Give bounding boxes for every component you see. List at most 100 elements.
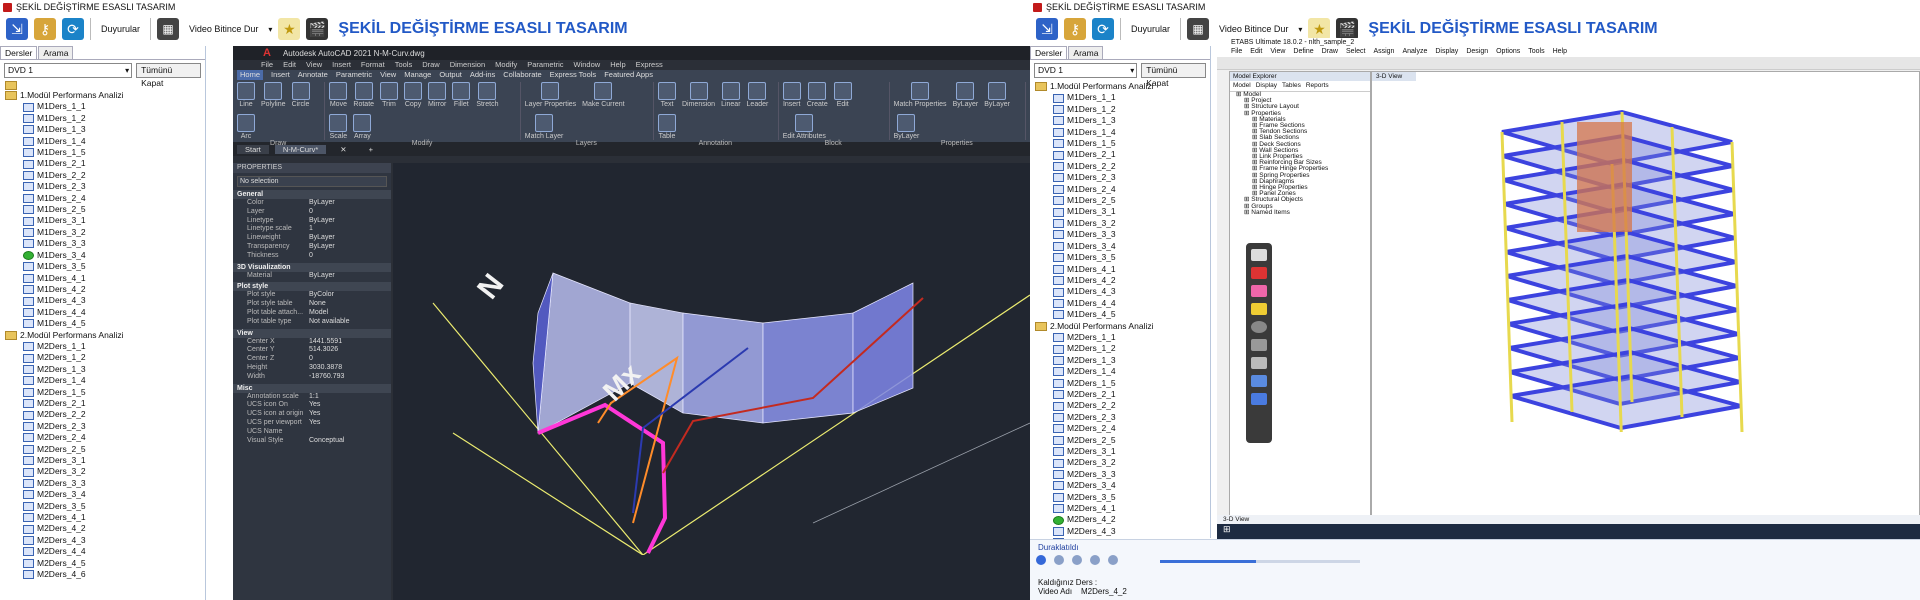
tree-item-lesson[interactable]: M2Ders_3_4 (1035, 480, 1210, 491)
property-row[interactable]: UCS Name (233, 428, 391, 437)
tree-item-lesson[interactable]: M1Ders_2_3 (5, 181, 205, 192)
ribbon-tool-button[interactable]: Dimension (682, 82, 715, 108)
tree-item-lesson[interactable]: M2Ders_3_2 (5, 466, 205, 477)
tree-item-lesson[interactable]: M1Ders_4_2 (5, 284, 205, 295)
ribbon-tool-button[interactable]: Array (353, 114, 372, 140)
star-note-icon[interactable]: ★ (1308, 18, 1331, 40)
collapse-all-button[interactable]: Tümünü Kapat (1141, 63, 1206, 88)
menu-item[interactable]: Edit (1250, 48, 1262, 57)
tree-item-lesson[interactable]: M2Ders_1_4 (1035, 366, 1210, 377)
property-row[interactable]: Plot table attach... Model (233, 309, 391, 318)
property-row[interactable]: Center Y 514.3026 (233, 346, 391, 355)
tree-item-lesson[interactable]: M2Ders_2_3 (1035, 412, 1210, 423)
explorer-tab[interactable]: Model (1233, 82, 1251, 90)
ribbon-tool-button[interactable]: Copy (404, 82, 423, 108)
tree-item-lesson[interactable]: M1Ders_1_3 (1035, 115, 1210, 126)
tree-item-lesson[interactable]: M1Ders_4_4 (5, 307, 205, 318)
property-row[interactable]: Center Z 0 (233, 355, 391, 364)
explorer-tab[interactable]: Display (1256, 82, 1277, 90)
selection-select[interactable]: No selection (237, 176, 387, 187)
property-row[interactable]: Plot style ByColor (233, 291, 391, 300)
property-row[interactable]: Center X 1441.5591 (233, 338, 391, 347)
tree-item-lesson[interactable]: M2Ders_3_3 (5, 478, 205, 489)
tree-item-lesson[interactable]: M1Ders_3_3 (5, 238, 205, 249)
tree-item-lesson[interactable]: M2Ders_1_5 (1035, 378, 1210, 389)
ribbon-tab[interactable]: Annotate (298, 70, 328, 80)
menu-item[interactable]: File (1231, 48, 1242, 57)
tree-item-lesson[interactable]: M2Ders_3_2 (1035, 457, 1210, 468)
exit-door-icon[interactable]: ⇲ (6, 18, 28, 40)
ribbon-tool-button[interactable]: Match Layer (525, 114, 563, 140)
ribbon-tool-button[interactable]: Rotate (353, 82, 374, 108)
previous-icon[interactable] (1072, 555, 1082, 565)
drawing-canvas[interactable]: N Mx (393, 163, 1030, 600)
ribbon-tool-button[interactable]: Make Current (582, 82, 625, 108)
refresh-icon[interactable]: ⟳ (1092, 18, 1114, 40)
tree-item-lesson[interactable]: M1Ders_3_2 (5, 227, 205, 238)
ribbon-tool-button[interactable]: Move (329, 82, 348, 108)
clapperboard-icon[interactable]: 🎬 (306, 18, 329, 40)
property-row[interactable]: Lineweight ByLayer (233, 234, 391, 243)
windows-start-icon[interactable]: ⊞ (1223, 524, 1231, 534)
ribbon-tool-button[interactable]: Insert (782, 82, 801, 108)
dvd-select[interactable]: DVD 1 (4, 63, 133, 78)
menu-item[interactable]: Tools (1528, 48, 1544, 57)
tree-item-lesson[interactable]: M1Ders_1_4 (5, 136, 205, 147)
3d-view[interactable]: 3-D View (1371, 71, 1920, 520)
tree-item-lesson[interactable]: M2Ders_4_1 (1035, 503, 1210, 514)
tree-item-lesson[interactable]: M1Ders_1_5 (1035, 138, 1210, 149)
key-icon[interactable]: ⚷ (1064, 18, 1086, 40)
menu-item[interactable]: Window (574, 60, 601, 70)
tree-item-lesson[interactable]: M2Ders_1_3 (5, 364, 205, 375)
play-icon[interactable] (1036, 555, 1046, 565)
tree-folder[interactable]: 1.Modül Performans Analizi (1035, 81, 1210, 92)
tree-item-lesson[interactable]: M1Ders_3_5 (5, 261, 205, 272)
tree-item-lesson[interactable]: M1Ders_3_2 (1035, 218, 1210, 229)
close-icon[interactable]: ✕ (332, 145, 354, 154)
tree-item-lesson[interactable]: M2Ders_3_5 (1035, 492, 1210, 503)
announcements-button[interactable]: Duyurular (97, 22, 144, 36)
ribbon-tool-button[interactable]: Edit (833, 82, 852, 108)
property-row[interactable]: Height 3030.3878 (233, 364, 391, 373)
tab-dersler[interactable]: Dersler (0, 46, 38, 59)
tree-item-lesson[interactable]: M2Ders_4_5 (5, 558, 205, 569)
tree-item-lesson[interactable]: M1Ders_1_1 (5, 101, 205, 112)
tree-item-lesson[interactable]: M1Ders_2_2 (5, 170, 205, 181)
tree-item-lesson[interactable]: M1Ders_2_5 (5, 204, 205, 215)
menu-item[interactable]: Tools (395, 60, 413, 70)
pen-icon[interactable] (1251, 249, 1267, 261)
menu-item[interactable]: Format (361, 60, 385, 70)
video-progress-bar[interactable] (1160, 560, 1360, 563)
tree-item-lesson[interactable]: M1Ders_2_4 (1035, 184, 1210, 195)
exit-door-icon[interactable]: ⇲ (1036, 18, 1058, 40)
tree-item-lesson[interactable]: M1Ders_1_2 (1035, 104, 1210, 115)
tree-item-lesson[interactable]: M2Ders_1_2 (1035, 343, 1210, 354)
tree-item-lesson[interactable]: M1Ders_4_5 (5, 318, 205, 329)
next-icon[interactable] (1090, 555, 1100, 565)
menu-item[interactable]: File (261, 60, 273, 70)
ribbon-tool-button[interactable]: Stretch (476, 82, 499, 108)
ribbon-tool-button[interactable]: ByLayer (894, 114, 919, 140)
tree-item-lesson[interactable]: M2Ders_4_1 (5, 512, 205, 523)
menu-item[interactable]: Express (636, 60, 663, 70)
property-row[interactable]: Visual Style Conceptual (233, 437, 391, 446)
menu-item[interactable]: Help (610, 60, 625, 70)
video-end-select[interactable]: Video Bitince Dur (185, 22, 262, 36)
ribbon-tab[interactable]: View (380, 70, 396, 80)
tree-item-lesson[interactable]: M1Ders_1_4 (1035, 127, 1210, 138)
add-tab-icon[interactable]: + (361, 145, 381, 154)
stop-icon[interactable] (1054, 555, 1064, 565)
explorer-tab[interactable]: Tables (1282, 82, 1301, 90)
tree-item-lesson[interactable]: M1Ders_1_2 (5, 113, 205, 124)
menu-item[interactable]: Insert (332, 60, 351, 70)
tree-item-lesson[interactable]: M2Ders_1_1 (5, 341, 205, 352)
menu-item[interactable]: Help (1553, 48, 1567, 57)
refresh-icon[interactable]: ⟳ (62, 18, 84, 40)
ribbon-tool-button[interactable]: Circle (291, 82, 310, 108)
ribbon-tab[interactable]: Home (237, 70, 264, 80)
key-icon[interactable]: ⚷ (34, 18, 56, 40)
tree-item-lesson[interactable]: M2Ders_1_4 (5, 375, 205, 386)
doc-tab-nmcurv[interactable]: N-M-Curv* (274, 144, 327, 154)
property-row[interactable]: Material ByLayer (233, 272, 391, 281)
properties-section-header[interactable]: Misc (233, 383, 391, 393)
